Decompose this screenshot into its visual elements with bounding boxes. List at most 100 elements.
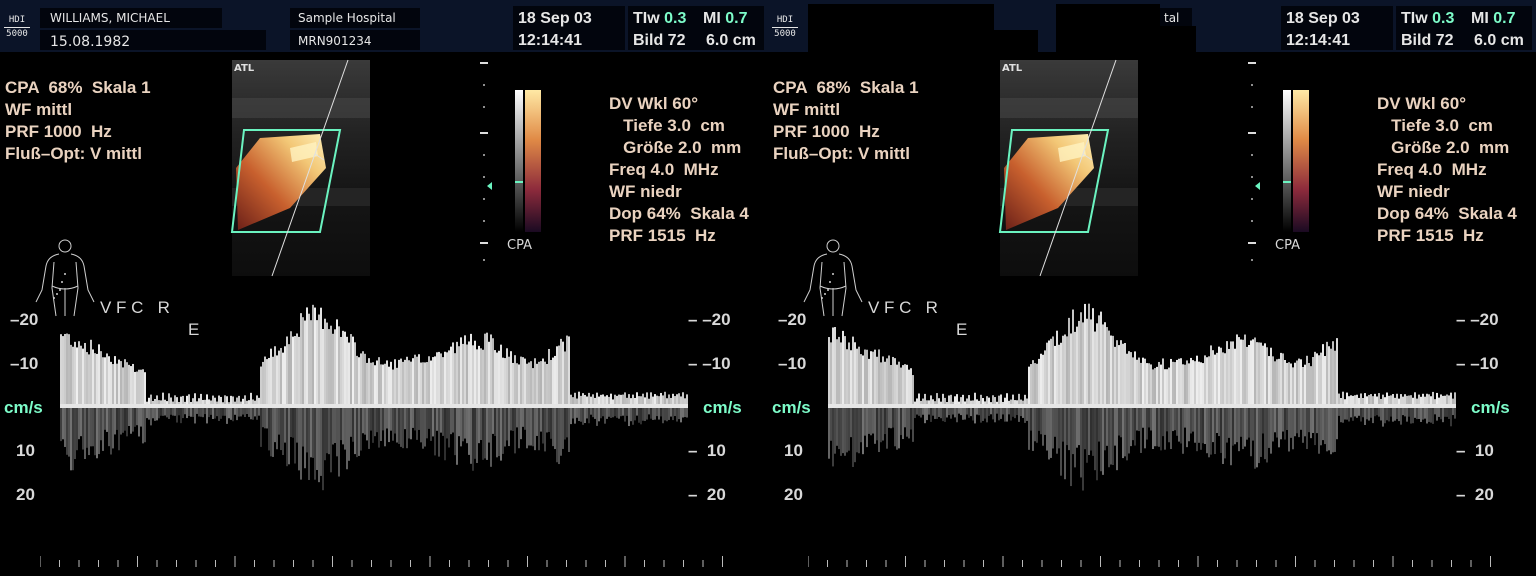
spectrum-column-down bbox=[1396, 408, 1398, 420]
spectrum-column-up bbox=[1236, 334, 1238, 404]
spectrum-column-up bbox=[626, 397, 628, 404]
spectrum-column-down bbox=[1430, 408, 1432, 423]
spectrum-column-up bbox=[300, 313, 302, 404]
spectrum-column-down bbox=[554, 408, 556, 450]
spectrum-column-down bbox=[1278, 408, 1280, 448]
spectrum-column-up bbox=[366, 362, 368, 404]
spectrum-column-down bbox=[1088, 408, 1090, 455]
spectrum-column-down bbox=[468, 408, 470, 455]
spectrum-column-up bbox=[868, 358, 870, 404]
spectrum-column-up bbox=[890, 365, 892, 404]
spectrum-column-down bbox=[272, 408, 274, 457]
spectrum-column-down bbox=[840, 408, 842, 456]
spectrum-column-up bbox=[680, 396, 682, 404]
spectrum-column-up bbox=[1226, 341, 1228, 404]
atl-label: ATL bbox=[1002, 63, 1023, 74]
spectrum-column-up bbox=[610, 393, 612, 404]
spectrum-column-up bbox=[912, 375, 914, 404]
spectrum-column-down bbox=[560, 408, 562, 456]
spectrum-column-down bbox=[512, 408, 514, 431]
spectrum-column-down bbox=[888, 408, 890, 428]
spectrum-column-down bbox=[114, 408, 116, 435]
spectrum-column-up bbox=[424, 362, 426, 404]
spectrum-column-up bbox=[1238, 337, 1240, 404]
spectrum-column-down bbox=[302, 408, 304, 447]
spectrum-column-down bbox=[320, 408, 322, 476]
spectrum-column-down bbox=[676, 408, 678, 422]
spectrum-column-down bbox=[870, 408, 872, 436]
spectrum-column-up bbox=[648, 398, 650, 404]
spectrum-column-up bbox=[1256, 342, 1258, 404]
spectrum-column-up bbox=[150, 394, 152, 404]
spectrum-column-down bbox=[1022, 408, 1024, 418]
spectrum-column-down bbox=[1404, 408, 1406, 417]
spectrum-column-up bbox=[386, 360, 388, 404]
spectrum-column-up bbox=[1138, 357, 1140, 404]
spectrum-column-up bbox=[110, 361, 112, 404]
spectrum-column-down bbox=[60, 408, 62, 442]
spectrum-column-up bbox=[836, 339, 838, 404]
spectrum-column-down bbox=[1072, 408, 1074, 455]
spectrum-column-down bbox=[1164, 408, 1166, 450]
spectrum-column-up bbox=[338, 326, 340, 404]
spectrum-column-down bbox=[276, 408, 278, 450]
spectrum-column-down bbox=[534, 408, 536, 451]
spectrum-column-up bbox=[440, 353, 442, 404]
spectrum-column-up bbox=[98, 344, 100, 404]
spectrum-column-up bbox=[186, 395, 188, 404]
spectrum-column-up bbox=[246, 400, 248, 404]
spectrum-column-up bbox=[616, 395, 618, 404]
spectrum-column-up bbox=[1252, 339, 1254, 404]
spectrum-column-down bbox=[976, 408, 978, 415]
spectrum-column-up bbox=[1382, 394, 1384, 404]
spectrum-column-up bbox=[916, 398, 918, 404]
axis-left-10: 10 bbox=[784, 441, 803, 460]
spectrum-column-up bbox=[100, 351, 102, 404]
spectrum-column-up bbox=[488, 341, 490, 404]
spectrum-column-down bbox=[72, 408, 74, 471]
spectrum-column-up bbox=[524, 358, 526, 404]
spectrum-column-down bbox=[478, 408, 480, 444]
spectrum-column-up bbox=[1264, 343, 1266, 404]
spectrum-column-up bbox=[578, 391, 580, 404]
spectrum-column-down bbox=[234, 408, 236, 415]
spectrum-column-down bbox=[1260, 408, 1262, 457]
spectrum-column-up bbox=[1408, 395, 1410, 404]
spectrum-column-down bbox=[566, 408, 568, 438]
spectrum-column-down bbox=[1256, 408, 1258, 468]
spectrum-column-up bbox=[1390, 395, 1392, 404]
spectrum-column-up bbox=[1418, 394, 1420, 404]
spectrum-column-up bbox=[436, 352, 438, 404]
spectrum-column-down bbox=[200, 408, 202, 417]
spectrum-column-down bbox=[334, 408, 336, 444]
spectrum-column-down bbox=[454, 408, 456, 456]
spectrum-column-up bbox=[84, 342, 86, 404]
spectrum-column-down bbox=[910, 408, 912, 430]
spectrum-column-down bbox=[640, 408, 642, 425]
spectrum-column-down bbox=[906, 408, 908, 437]
spectrum-column-down bbox=[384, 408, 386, 447]
spectrum-column-down bbox=[1020, 408, 1022, 417]
spectrum-column-up bbox=[1362, 397, 1364, 404]
spectrum-column-up bbox=[1412, 397, 1414, 404]
spectrum-column-down bbox=[628, 408, 630, 427]
spectrum-column-up bbox=[1170, 358, 1172, 404]
spectrum-column-up bbox=[1314, 351, 1316, 404]
spectrum-column-down bbox=[1274, 408, 1276, 433]
spectrum-column-up bbox=[308, 313, 310, 404]
doppler-spectrum bbox=[60, 304, 688, 491]
spectrum-column-up bbox=[872, 351, 874, 404]
spectrum-column-up bbox=[928, 400, 930, 404]
spectrum-column-up bbox=[410, 361, 412, 404]
spectrum-column-up bbox=[998, 395, 1000, 404]
spectrum-column-up bbox=[264, 356, 266, 404]
spectrum-column-down bbox=[268, 408, 270, 451]
spectrum-column-up bbox=[210, 400, 212, 404]
spectrum-column-down bbox=[1192, 408, 1194, 432]
spectrum-column-up bbox=[1224, 353, 1226, 404]
spectrum-column-up bbox=[294, 336, 296, 404]
spectrum-column-up bbox=[1094, 331, 1096, 404]
spectrum-column-down bbox=[242, 408, 244, 415]
spectrum-column-down bbox=[332, 408, 334, 445]
patient-name: WILLIAMS, MICHAEL bbox=[50, 11, 170, 25]
